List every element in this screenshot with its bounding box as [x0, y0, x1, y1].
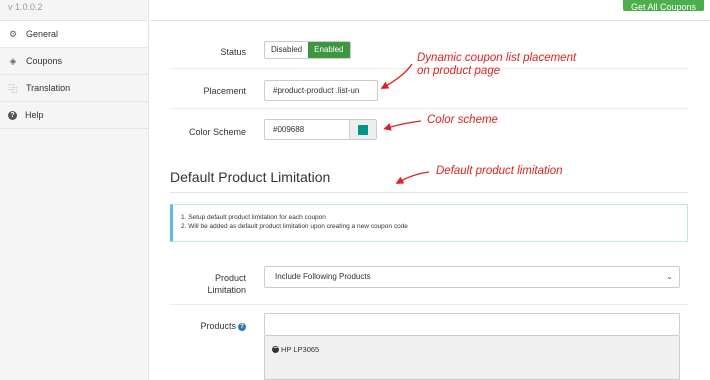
product-limitation-label: Product Limitation [170, 272, 246, 296]
section-title: Default Product Limitation [170, 169, 331, 185]
annotation-line: Dynamic coupon list placement [417, 52, 577, 64]
sidebar-item-coupons[interactable]: ◈ Coupons [0, 48, 148, 75]
status-enabled-option[interactable]: Enabled [308, 42, 350, 58]
chevron-down-icon: ⌄ [666, 272, 673, 281]
products-label-text: Products [200, 321, 236, 331]
products-list: − HP LP3065 [264, 336, 680, 380]
info-notice: 1. Setup default product limitation for … [170, 204, 688, 242]
gear-icon: ⚙ [8, 28, 18, 39]
product-limitation-value: Include Following Products [275, 272, 371, 281]
product-limitation-label-line: Product [214, 273, 246, 283]
question-icon: ? [8, 110, 17, 120]
sidebar: v 1.0.0.2 ⚙ General ◈ Coupons ⿻ Translat… [0, 0, 149, 380]
sidebar-item-label: Help [25, 110, 44, 120]
top-bar: Get All Coupons [150, 0, 710, 21]
color-swatch [358, 125, 368, 135]
get-all-coupons-button[interactable]: Get All Coupons [622, 0, 704, 12]
status-toggle[interactable]: Disabled Enabled [264, 41, 351, 59]
color-picker-button[interactable] [349, 119, 377, 140]
sidebar-item-general[interactable]: ⚙ General [0, 21, 148, 48]
remove-icon[interactable]: − [272, 345, 279, 353]
notice-line: 2. Will be added as default product limi… [181, 223, 408, 230]
arrow-limitation [395, 171, 430, 184]
color-scheme-input[interactable]: #009688 [264, 119, 350, 140]
annotation-limitation: Default product limitation [436, 165, 563, 177]
product-limitation-select[interactable]: Include Following Products ⌄ [264, 266, 680, 288]
list-item: − HP LP3065 [272, 345, 319, 354]
status-label: Status [220, 47, 246, 57]
sidebar-item-translation[interactable]: ⿻ Translation [0, 75, 148, 102]
sidebar-item-help[interactable]: ? Help [0, 102, 148, 129]
notice-line: 1. Setup default product limitation for … [181, 214, 326, 221]
placement-label: Placement [203, 86, 246, 96]
sidebar-item-label: Coupons [26, 56, 63, 66]
section-divider [170, 192, 688, 193]
products-search-input[interactable] [264, 313, 680, 336]
question-icon[interactable]: ? [238, 322, 246, 331]
annotation-color: Color scheme [427, 114, 498, 126]
sidebar-item-label: Translation [26, 83, 71, 93]
version-text: v 1.0.0.2 [8, 2, 43, 12]
status-disabled-option[interactable]: Disabled [265, 42, 309, 58]
version-label: v 1.0.0.2 [0, 0, 148, 21]
color-scheme-label: Color Scheme [188, 127, 246, 137]
annotation-placement: Dynamic coupon list placement on product… [417, 52, 576, 78]
sidebar-item-label: General [26, 29, 59, 39]
placement-input[interactable]: #product-product .list-un [264, 80, 378, 101]
annotation-line: on product page [417, 65, 501, 77]
products-label: Products? [170, 321, 246, 331]
product-limitation-label-line: Limitation [207, 285, 246, 295]
translate-icon: ⿻ [8, 83, 18, 94]
tag-icon: ◈ [9, 55, 17, 66]
product-name: HP LP3065 [281, 345, 320, 354]
